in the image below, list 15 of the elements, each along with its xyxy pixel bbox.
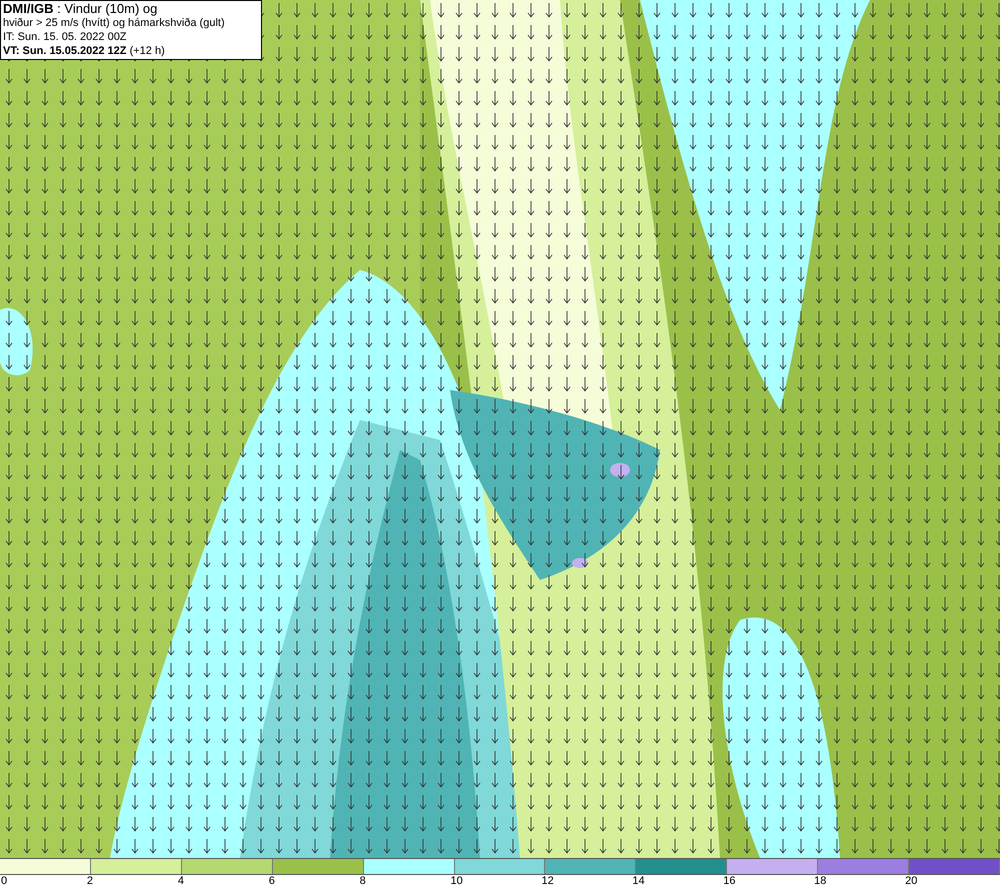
info-text: VT: Sun. 15.05.2022 12Z (+12 h)	[3, 44, 166, 58]
legend-label: 20	[905, 875, 918, 887]
legend-label: 16	[723, 875, 736, 887]
legend-label: 14	[632, 875, 645, 887]
legend-label: 4	[178, 875, 184, 887]
legend-label: 18	[814, 875, 826, 887]
info-text: DMI/IGB : Vindur (10m) og	[3, 2, 158, 16]
legend-label: 2	[86, 875, 94, 887]
legend-label: 12	[541, 875, 554, 887]
legend-label: 8	[360, 875, 366, 887]
info-text: IT: Sun. 15. 05. 2022 00Z	[3, 30, 128, 44]
legend-label: 0	[1, 875, 8, 887]
info-text: hviður > 25 m/s (hvítt) og hámarkshviða (gult)	[3, 16, 226, 30]
legend-label: 10	[450, 875, 463, 887]
legend-label: 6	[268, 875, 275, 887]
